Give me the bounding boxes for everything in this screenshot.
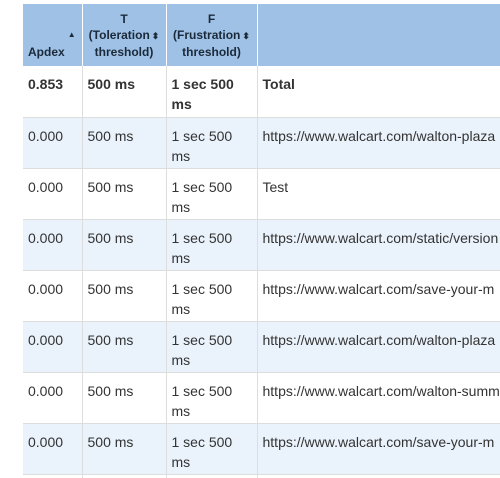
- sort-both-icon: ⬍: [151, 31, 160, 41]
- cell-toleration: 500 ms: [82, 167, 167, 219]
- cell-apdex: 0.000: [23, 218, 83, 270]
- table-row: 0.000 500 ms 1 sec 500 ms https://www.wa…: [23, 116, 500, 168]
- cell-apdex: 0.000: [23, 371, 83, 423]
- cell-apdex: 0.000: [23, 422, 83, 474]
- cell-label: https://www.walcart.com/static/version: [257, 218, 500, 270]
- header-label[interactable]: [257, 4, 500, 66]
- cell-apdex: 0.000: [23, 269, 83, 321]
- cell-toleration: 500 ms: [82, 66, 167, 117]
- cell-label: Total: [257, 66, 500, 117]
- cell-toleration: 500 ms: [82, 320, 167, 372]
- table-row: 0.000 500 ms 1 sec 500 ms https://www.wa…: [23, 371, 500, 423]
- cell-label: https://www.walcart.com/save-your-m: [257, 269, 500, 321]
- table-row: 0.000 500 ms 1 sec 500 ms https://www.wa…: [23, 320, 500, 372]
- header-t-letter: T: [120, 12, 128, 26]
- table-row: 0.000 500 ms 1 sec 500 ms https://www.wa…: [23, 422, 500, 474]
- cell-frustration: 1 sec 500 ms: [166, 66, 258, 117]
- cell-label: https://www.walcart.com/walton-plaza: [257, 116, 500, 168]
- left-gutter: [0, 0, 23, 478]
- table-row: 0.000 500 ms 1 sec 500 ms Test: [23, 167, 500, 219]
- cell-frustration: 1 sec 500 ms: [166, 320, 258, 372]
- cell-toleration: 500 ms: [82, 371, 167, 423]
- table-row-partial: [23, 473, 500, 478]
- sort-both-icon: ⬍: [242, 31, 250, 41]
- cell-label: https://www.walcart.com/walton-summ: [257, 371, 500, 423]
- cell-frustration: 1 sec 500 ms: [166, 218, 258, 270]
- cell-toleration: 500 ms: [82, 269, 167, 321]
- cell-apdex: 0.000: [23, 320, 83, 372]
- cell-label: https://www.walcart.com/save-your-m: [257, 422, 500, 474]
- cell-toleration: 500 ms: [82, 116, 167, 168]
- cell-frustration: 1 sec 500 ms: [166, 371, 258, 423]
- cell-toleration: 500 ms: [82, 422, 167, 474]
- header-f-letter: F: [207, 12, 216, 26]
- header-f-line2: threshold): [182, 45, 241, 59]
- cell-apdex: 0.000: [23, 116, 83, 168]
- table-row-total: 0.853 500 ms 1 sec 500 ms Total: [23, 66, 500, 117]
- sort-ascending-icon: ▲: [67, 30, 76, 39]
- table-row: 0.000 500 ms 1 sec 500 ms https://www.wa…: [23, 269, 500, 321]
- cell-frustration: 1 sec 500 ms: [166, 269, 258, 321]
- header-toleration-threshold[interactable]: T (Toleration ⬍ threshold): [82, 4, 167, 66]
- table-row: 0.000 500 ms 1 sec 500 ms https://www.wa…: [23, 218, 500, 270]
- header-f-line1: (Frustration: [173, 28, 241, 42]
- cell-frustration: 1 sec 500 ms: [166, 167, 258, 219]
- cell-frustration: 1 sec 500 ms: [166, 116, 258, 168]
- header-t-line1: (Toleration: [88, 28, 150, 42]
- cell-apdex: 0.000: [23, 167, 83, 219]
- cell-label: Test: [257, 167, 500, 219]
- header-apdex-label: Apdex: [28, 45, 65, 59]
- header-frustration-threshold[interactable]: F (Frustration ⬍ threshold): [166, 4, 258, 66]
- cell-label: https://www.walcart.com/walton-plaza: [257, 320, 500, 372]
- header-apdex[interactable]: ▲ Apdex: [23, 4, 83, 66]
- apdex-table: ▲ Apdex T (Toleration ⬍ threshold) F (Fru…: [23, 4, 500, 478]
- cell-frustration: 1 sec 500 ms: [166, 422, 258, 474]
- table-header-row: ▲ Apdex T (Toleration ⬍ threshold) F (Fru…: [23, 4, 500, 66]
- header-t-line2: threshold): [94, 45, 154, 59]
- cell-toleration: 500 ms: [82, 218, 167, 270]
- apdex-report: ▲ Apdex T (Toleration ⬍ threshold) F (Fru…: [0, 0, 500, 478]
- cell-apdex: 0.853: [23, 66, 83, 117]
